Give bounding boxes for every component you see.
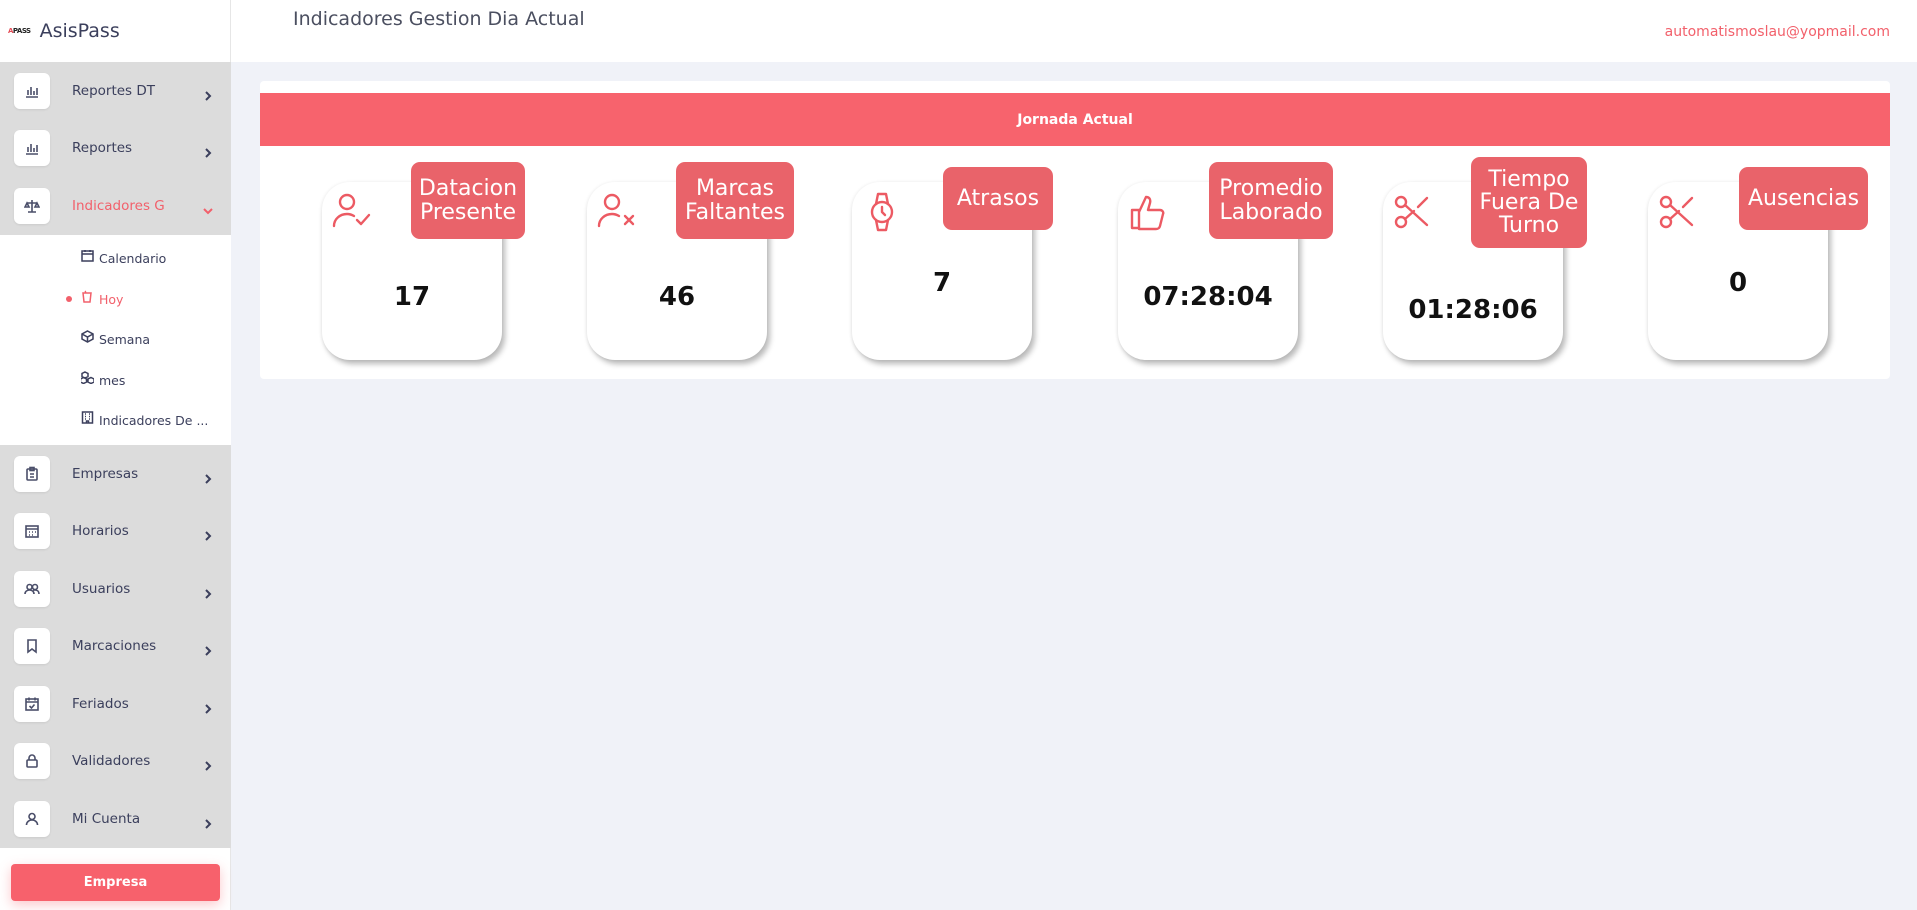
sidebar-item-marcaciones[interactable]: Marcaciones [0, 617, 231, 675]
bar-chart-icon [14, 72, 50, 109]
kpi-value: 01:28:06 [1408, 295, 1538, 325]
kpi-label: Ausencias [1739, 167, 1868, 230]
submenu-item-label: mes [99, 372, 126, 388]
kpi-value: 17 [393, 282, 431, 312]
chevron-right-icon [203, 641, 213, 656]
submenu-item-mes[interactable]: mes [0, 360, 231, 401]
brand[interactable]: APASS AsisPass [0, 0, 230, 62]
sidebar: APASS AsisPass Reportes DT Reportes Indi… [0, 0, 231, 910]
submenu-item-label: Indicadores De ... [99, 413, 209, 429]
chevron-right-icon [203, 86, 213, 101]
kpi-label: Promedio Laborado [1209, 162, 1333, 239]
submenu-item-indicadores-de[interactable]: Indicadores De ... [0, 401, 231, 442]
clipboard-icon [14, 455, 50, 492]
kpi-value: 46 [658, 282, 696, 312]
sidebar-item-label: Mi Cuenta [72, 810, 141, 827]
sidebar-item-label: Marcaciones [72, 638, 157, 655]
brand-name: AsisPass [39, 20, 120, 42]
scissors-icon [1656, 190, 1700, 234]
chevron-right-icon [203, 756, 213, 771]
thumbs-up-icon [1126, 190, 1170, 234]
watch-icon [860, 190, 904, 234]
sidebar-item-usuarios[interactable]: Usuarios [0, 560, 231, 618]
submenu-item-label: Hoy [99, 291, 124, 307]
sidebar-item-empresas[interactable]: Empresas [0, 445, 231, 503]
empresa-button[interactable]: Empresa [11, 864, 220, 901]
sidebar-item-label: Validadores [72, 753, 151, 770]
sidebar-item-label: Reportes [72, 140, 133, 157]
kpi-value: 7 [932, 268, 952, 298]
chevron-right-icon [203, 469, 213, 484]
lock-icon [14, 743, 50, 780]
submenu-item-label: Calendario [99, 251, 167, 267]
sidebar-item-mi-cuenta[interactable]: Mi Cuenta [0, 790, 231, 848]
submenu-item-semana[interactable]: Semana [0, 320, 231, 361]
sidebar-nav: Reportes DT Reportes Indicadores G Calen… [0, 62, 231, 848]
kpi-label: Datacion Presente [411, 162, 525, 239]
submenu-item-hoy[interactable]: Hoy [0, 279, 231, 320]
calendar-grid-icon [14, 513, 50, 550]
sidebar-item-label: Feriados [72, 695, 129, 712]
user-email-link[interactable]: automatismoslau@yopmail.com [1665, 24, 1890, 40]
sidebar-item-label: Horarios [72, 523, 129, 540]
chevron-right-icon [203, 526, 213, 541]
scale-icon [14, 187, 50, 224]
kpi-label: Atrasos [943, 167, 1053, 230]
sidebar-submenu: Calendario Hoy Semana mes Indicadores De… [0, 234, 231, 445]
chevron-right-icon [203, 814, 213, 829]
calendar-icon [81, 249, 94, 262]
panel-title: Jornada Actual [260, 93, 1890, 146]
sidebar-item-label: Indicadores G [72, 197, 165, 214]
sidebar-item-validadores[interactable]: Validadores [0, 732, 231, 790]
kpi-value: 0 [1728, 268, 1748, 298]
submenu-item-calendario[interactable]: Calendario [0, 239, 231, 280]
kpi-label: Marcas Faltantes [676, 162, 794, 239]
chevron-down-icon [203, 201, 213, 215]
scissors-icon [1391, 190, 1435, 234]
user-x-icon [595, 190, 639, 234]
submenu-item-label: Semana [99, 332, 151, 348]
sidebar-item-reportes[interactable]: Reportes [0, 119, 231, 177]
kpi-value: 07:28:04 [1143, 282, 1273, 312]
chevron-right-icon [203, 143, 213, 158]
user-check-icon [330, 190, 374, 234]
bookmark-icon [14, 628, 50, 665]
page-title: Indicadores Gestion Dia Actual [293, 8, 585, 30]
users-icon [14, 570, 50, 607]
user-icon [14, 800, 50, 837]
sidebar-item-label: Reportes DT [72, 82, 156, 99]
sidebar-item-reportes-dt[interactable]: Reportes DT [0, 62, 231, 120]
kpi-label: Tiempo Fuera De Turno [1471, 157, 1587, 248]
sidebar-item-indicadores-g[interactable]: Indicadores G [0, 177, 231, 235]
box-icon [81, 330, 94, 344]
top-header: Indicadores Gestion Dia Actual automatis… [231, 0, 1917, 62]
active-indicator-dot [66, 296, 72, 303]
calendar-check-icon [14, 685, 50, 722]
building-icon [81, 411, 94, 424]
cup-icon [81, 290, 94, 303]
sidebar-item-horarios[interactable]: Horarios [0, 502, 231, 560]
sidebar-item-label: Empresas [72, 465, 139, 482]
sidebar-item-label: Usuarios [72, 580, 131, 597]
brand-logo: APASS [8, 27, 31, 35]
sidebar-item-feriados[interactable]: Feriados [0, 675, 231, 733]
chevron-right-icon [203, 699, 213, 714]
boxes-icon [81, 370, 94, 384]
bar-chart-icon [14, 130, 50, 167]
chevron-right-icon [203, 584, 213, 599]
